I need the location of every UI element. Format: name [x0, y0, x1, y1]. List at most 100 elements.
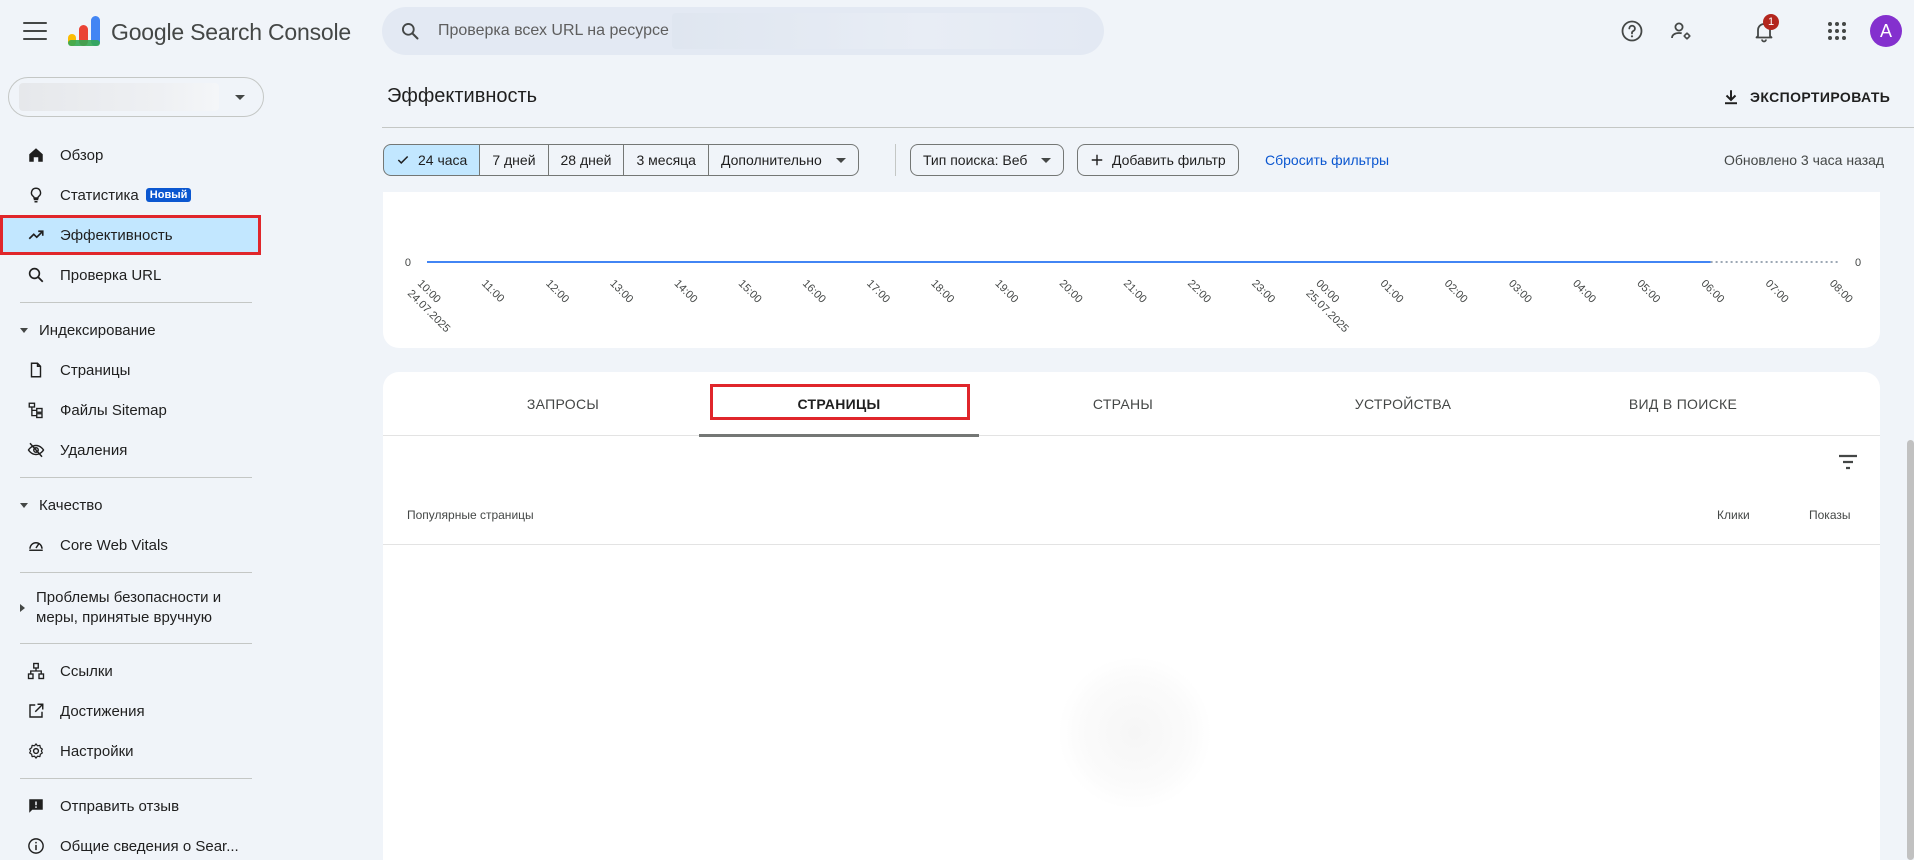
- manage-users-icon[interactable]: [1666, 16, 1696, 46]
- new-badge: Новый: [145, 188, 192, 202]
- dimension-tabs: ЗАПРОСЫ СТРАНИЦЫ СТРАНЫ УСТРОЙСТВА ВИД В…: [383, 372, 1880, 437]
- chevron-down-icon: [835, 157, 846, 163]
- notifications-icon[interactable]: 1: [1749, 14, 1779, 46]
- performance-chart: 0 0 10:00 24.07.2025 11:00 12:00 13:00 14:00 15:…: [383, 192, 1880, 348]
- x-axis-tick-label: 19:00: [993, 278, 1021, 306]
- tab-search-appearance[interactable]: ВИД В ПОИСКЕ: [1543, 372, 1823, 436]
- property-selector[interactable]: [8, 77, 264, 117]
- sidebar-item-label: Эффективность: [60, 226, 173, 244]
- date-range-28d[interactable]: 28 дней: [547, 144, 625, 176]
- search-console-logo: [68, 16, 100, 46]
- export-button[interactable]: ЭКСПОРТИРОВАТЬ: [1722, 82, 1890, 112]
- reset-filters-link[interactable]: Сбросить фильтры: [1265, 152, 1389, 168]
- x-axis-tick-label: 21:00: [1121, 278, 1149, 306]
- highlight-box: [710, 384, 970, 420]
- date-range-label: Дополнительно: [720, 152, 822, 168]
- sidebar-item-feedback[interactable]: Отправить отзыв: [0, 786, 262, 826]
- sidebar-nav: Обзор Статистика Новый Эффективность Про…: [0, 135, 262, 860]
- sidebar-item-label: Файлы Sitemap: [60, 401, 167, 419]
- date-range-more-dropdown[interactable]: Дополнительно: [707, 144, 859, 176]
- visibility-off-icon: [26, 440, 46, 460]
- trending-up-icon: [26, 225, 46, 245]
- last-updated-text: Обновлено 3 часа назад: [1724, 152, 1885, 168]
- links-icon: [26, 661, 46, 681]
- settings-icon: [26, 741, 46, 761]
- url-inspection-search[interactable]: [382, 7, 1104, 55]
- sidebar-item-performance[interactable]: Эффективность: [0, 215, 261, 255]
- sidebar-item-statistics[interactable]: Статистика Новый: [0, 175, 262, 215]
- date-range-7d[interactable]: 7 дней: [479, 144, 549, 176]
- section-title-line: Проблемы безопасности и: [36, 589, 222, 606]
- y-axis-left-tick: 0: [405, 257, 411, 269]
- x-axis-tick-label: 01:00: [1378, 278, 1406, 306]
- sidebar-item-achievements[interactable]: Достижения: [0, 691, 262, 731]
- filter-list-icon[interactable]: [1836, 450, 1860, 474]
- account-avatar[interactable]: A: [1870, 15, 1902, 47]
- pages-icon: [26, 360, 46, 380]
- sidebar-item-label: Обзор: [60, 146, 104, 164]
- apps-grid-icon[interactable]: [1822, 16, 1852, 46]
- redacted-url: [672, 13, 1092, 49]
- app-title: Google Search Console: [111, 19, 352, 45]
- tab-devices[interactable]: УСТРОЙСТВА: [1263, 372, 1543, 436]
- section-title: Качество: [39, 496, 103, 514]
- section-title: Проблемы безопасности и меры, принятые в…: [36, 588, 221, 628]
- lightbulb-icon: [26, 185, 46, 205]
- search-icon: [26, 265, 46, 285]
- date-range-24h[interactable]: 24 часа: [383, 144, 481, 176]
- sidebar-section-indexing[interactable]: Индексирование: [0, 310, 262, 350]
- sidebar-item-label: Страницы: [60, 361, 131, 379]
- chevron-down-icon: [1041, 157, 1052, 163]
- divider: [20, 572, 252, 573]
- section-title-line: меры, принятые вручную: [36, 609, 213, 626]
- notification-badge: 1: [1763, 14, 1779, 30]
- sidebar-item-links[interactable]: Ссылки: [0, 651, 262, 691]
- date-range-label: 24 часа: [418, 152, 468, 168]
- tab-countries[interactable]: СТРАНЫ: [983, 372, 1263, 436]
- scrollbar-thumb[interactable]: [1907, 440, 1914, 860]
- main-menu-button[interactable]: [20, 18, 50, 44]
- search-icon: [402, 23, 419, 40]
- x-axis-tick-label: 02:00: [1442, 278, 1470, 306]
- top-bar: Google Search Console 1 A: [0, 0, 1914, 62]
- plus-icon: [1091, 154, 1103, 166]
- divider: [20, 778, 252, 779]
- sidebar-item-label: Удаления: [60, 441, 128, 459]
- page-scrollbar[interactable]: [1906, 190, 1914, 860]
- column-header-top-pages[interactable]: Популярные страницы: [407, 508, 534, 522]
- add-filter-button[interactable]: Добавить фильтр: [1077, 144, 1239, 176]
- sidebar-item-label: Core Web Vitals: [60, 536, 168, 554]
- tab-queries[interactable]: ЗАПРОСЫ: [443, 372, 683, 436]
- sidebar-item-url-inspection[interactable]: Проверка URL: [0, 255, 262, 295]
- search-type-dropdown[interactable]: Тип поиска: Веб: [910, 144, 1065, 176]
- x-axis-tick-label: 20:00: [1057, 278, 1085, 306]
- collapse-arrow-icon: [20, 327, 28, 333]
- x-axis-tick-label: 18:00: [928, 278, 956, 306]
- sidebar-item-pages[interactable]: Страницы: [0, 350, 262, 390]
- chevron-down-icon: [235, 95, 245, 100]
- divider: [20, 477, 252, 478]
- x-axis-tick-label: 05:00: [1634, 278, 1662, 306]
- help-icon[interactable]: [1617, 16, 1647, 46]
- x-axis-tick-label: 22:00: [1185, 278, 1213, 306]
- sidebar-item-settings[interactable]: Настройки: [0, 731, 262, 771]
- search-type-label: Тип поиска: Веб: [923, 152, 1028, 168]
- sidebar-item-overview[interactable]: Обзор: [0, 135, 262, 175]
- sidebar-item-sitemaps[interactable]: Файлы Sitemap: [0, 390, 262, 430]
- sidebar-section-security[interactable]: Проблемы безопасности и меры, принятые в…: [0, 580, 262, 636]
- column-header-impressions[interactable]: Показы: [1809, 508, 1850, 522]
- x-axis-tick-label: 08:00: [1827, 278, 1855, 306]
- sidebar-section-quality[interactable]: Качество: [0, 485, 262, 525]
- feedback-icon: [26, 796, 46, 816]
- sidebar-item-label: Общие сведения о Sear...: [60, 837, 239, 855]
- sidebar-item-about[interactable]: Общие сведения о Sear...: [0, 826, 262, 860]
- sidebar-item-removals[interactable]: Удаления: [0, 430, 262, 470]
- sidebar-item-core-web-vitals[interactable]: Core Web Vitals: [0, 525, 262, 565]
- date-range-3m[interactable]: 3 месяца: [623, 144, 709, 176]
- export-label: ЭКСПОРТИРОВАТЬ: [1750, 89, 1891, 105]
- sidebar-item-label: Проверка URL: [60, 266, 162, 284]
- x-axis-tick-label: 11:00: [479, 278, 506, 305]
- sidebar-item-label: Статистика: [60, 186, 139, 204]
- column-header-clicks[interactable]: Клики: [1717, 508, 1750, 522]
- filter-divider: [895, 144, 896, 176]
